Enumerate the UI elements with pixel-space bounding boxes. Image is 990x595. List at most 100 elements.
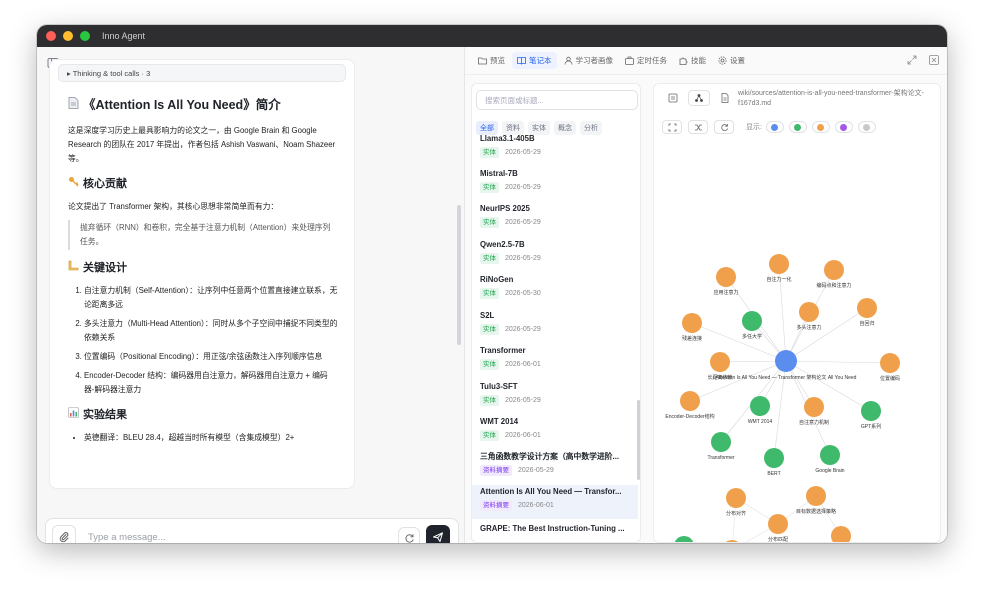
list-item[interactable]: Transformer 实体 2026-06-01	[472, 344, 638, 378]
doc-title: Llama3.1-405B	[480, 134, 535, 143]
notebook-search-input[interactable]	[476, 90, 638, 110]
shuffle-button[interactable]	[688, 120, 708, 134]
send-icon	[433, 532, 443, 542]
chat-scrollbar[interactable]	[457, 205, 461, 345]
tab-learner-profile[interactable]: 学习者画像	[559, 52, 619, 69]
graph-node[interactable]	[861, 401, 881, 421]
send-button[interactable]	[426, 525, 450, 543]
tab-scheduled-tasks-label: 定时任务	[637, 56, 667, 65]
graph-node[interactable]	[831, 526, 851, 543]
graph-edge	[785, 360, 872, 412]
graph-center-node[interactable]	[775, 350, 797, 372]
list-item[interactable]: S2L 实体 2026-05-29	[472, 309, 638, 343]
view-doc-button[interactable]	[714, 90, 736, 106]
section-heading-results: 实验结果	[68, 407, 338, 423]
graph-node[interactable]	[806, 486, 826, 506]
tab-skills-label: 技能	[691, 56, 706, 65]
doc-title: RiNoGen	[480, 275, 514, 284]
graph-node-label: 多头注意力	[796, 324, 821, 331]
graph-node[interactable]	[857, 298, 877, 318]
maximize-button[interactable]	[80, 31, 90, 41]
section-heading-design-text: 关键设计	[83, 262, 127, 274]
graph-node[interactable]	[769, 254, 789, 274]
list-item[interactable]: Qwen2.5-7B 实体 2026-05-29	[472, 238, 638, 272]
view-list-button[interactable]	[662, 90, 684, 106]
graph-node[interactable]	[742, 311, 762, 331]
knowledge-graph[interactable]: 应用注意力自注力一化编码点和注意力多任大学多头注意力自回归残差连接长距离依赖 位置…	[654, 140, 941, 543]
doc-tag: 实体	[480, 430, 499, 441]
graph-node[interactable]	[674, 536, 694, 543]
design-list: 自注意力机制（Self-Attention）：让序列中任意两个位置直接建立联系，…	[84, 284, 338, 397]
list-item[interactable]: Tulu3-SFT 实体 2026-05-29	[472, 380, 638, 414]
graph-node-label: 位置编码	[880, 375, 900, 382]
list-item: 位置编码（Positional Encoding）：用正弦/余弦函数注入序列顺序…	[84, 350, 338, 364]
graph-node-label: Encoder-Decoder结构	[665, 413, 714, 420]
legend-toggle-source[interactable]	[765, 121, 784, 133]
puzzle-icon	[679, 57, 688, 65]
view-graph-button[interactable]	[688, 90, 710, 106]
list-item[interactable]: 三角函数教学设计方案（高中数学进阶... 资料摘要 2026-05-29	[472, 450, 638, 484]
list-item[interactable]: GRAPE: The Best Instruction-Tuning ...	[472, 522, 638, 542]
tab-skills[interactable]: 技能	[674, 52, 711, 69]
tab-scheduled-tasks[interactable]: 定时任务	[620, 52, 672, 69]
gear-icon	[718, 56, 727, 65]
doc-title: Transformer	[480, 346, 526, 355]
message-input[interactable]	[88, 528, 388, 543]
graph-node[interactable]	[682, 313, 702, 333]
list-item-selected[interactable]: Attention Is All You Need — Transfor... 资…	[472, 485, 638, 519]
graph-node[interactable]	[726, 488, 746, 508]
doc-title: Tulu3-SFT	[480, 382, 518, 391]
graph-node-label: 分布对齐	[726, 510, 746, 517]
close-button[interactable]	[46, 31, 56, 41]
tab-notebook[interactable]: 笔记本	[512, 52, 557, 69]
list-item[interactable]: RiNoGen 实体 2026-05-30	[472, 273, 638, 307]
tab-settings[interactable]: 设置	[713, 52, 750, 69]
reset-button[interactable]	[398, 527, 420, 543]
graph-node[interactable]	[711, 432, 731, 452]
graph-node[interactable]	[722, 540, 742, 543]
graph-node[interactable]	[768, 514, 788, 534]
graph-node[interactable]	[804, 397, 824, 417]
message-composer	[45, 518, 459, 543]
graph-node[interactable]	[680, 391, 700, 411]
graph-node-label: 编码点和注意力	[816, 282, 851, 289]
graph-node-label: 自注力一化	[766, 276, 791, 283]
list-item[interactable]: Mistral-7B 实体 2026-05-29	[472, 167, 638, 201]
doc-date: 2026-05-29	[518, 467, 554, 474]
legend-toggle-analysis[interactable]	[834, 121, 853, 133]
list-item[interactable]: Llama3.1-405B 实体 2026-05-29	[472, 132, 638, 166]
quote-block: 抛弃循环（RNN）和卷积，完全基于注意力机制（Attention）来处理序列任务…	[68, 220, 338, 250]
doc-date: 2026-05-29	[505, 397, 541, 404]
graph-node[interactable]	[799, 302, 819, 322]
key-icon	[68, 176, 80, 192]
graph-node[interactable]	[750, 396, 770, 416]
user-icon	[564, 56, 572, 65]
list-item[interactable]: WMT 2014 实体 2026-06-01	[472, 415, 638, 449]
shuffle-icon	[694, 124, 702, 130]
graph-node[interactable]	[710, 352, 730, 372]
thinking-toggle[interactable]: ▸ Thinking & tool calls · 3	[58, 64, 346, 82]
chat-message-card: ▸ Thinking & tool calls · 3 《Attention I…	[49, 59, 355, 489]
graph-node[interactable]	[764, 448, 784, 468]
legend-toggle-entity[interactable]	[788, 121, 807, 133]
list-scrollbar[interactable]	[637, 400, 640, 480]
close-panel-icon[interactable]	[929, 55, 939, 65]
graph-node[interactable]	[820, 445, 840, 465]
paperclip-icon	[59, 532, 69, 543]
attach-button[interactable]	[52, 525, 76, 543]
refresh-graph-button[interactable]	[714, 120, 734, 134]
tab-preview[interactable]: 预览	[473, 52, 510, 69]
legend-toggle-concept[interactable]	[811, 121, 830, 133]
doc-date: 2026-05-29	[505, 149, 541, 156]
minimize-button[interactable]	[63, 31, 73, 41]
doc-date: 2026-06-01	[505, 432, 541, 439]
doc-title: GRAPE: The Best Instruction-Tuning ...	[480, 524, 625, 533]
graph-node[interactable]	[880, 353, 900, 373]
graph-node[interactable]	[824, 260, 844, 280]
graph-node[interactable]	[716, 267, 736, 287]
fit-view-button[interactable]	[662, 120, 682, 134]
list-item[interactable]: NeurIPS 2025 实体 2026-05-29	[472, 202, 638, 236]
legend-toggle-other[interactable]	[857, 121, 876, 133]
doc-date: 2026-05-29	[505, 255, 541, 262]
expand-icon[interactable]	[907, 55, 917, 65]
